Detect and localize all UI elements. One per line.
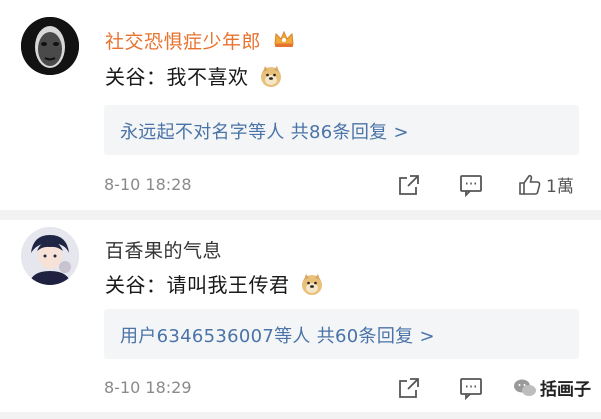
avatar-image bbox=[21, 17, 79, 75]
comment-timestamp: 8-10 18:29 bbox=[104, 378, 192, 397]
like-count: 1萬 bbox=[546, 177, 574, 197]
like-icon bbox=[519, 174, 541, 195]
comment-text: 关谷：我不喜欢 bbox=[105, 61, 283, 90]
crown-badge-icon bbox=[274, 30, 294, 47]
reply-summary-box[interactable]: 用户6346536007等人 共60条回复 > bbox=[104, 309, 579, 359]
like-button[interactable]: 1萬 bbox=[518, 172, 574, 197]
watermark-text: 括画子 bbox=[540, 380, 591, 400]
comment-text: 关谷：请叫我王传君 bbox=[105, 269, 324, 298]
doge-emoji-icon bbox=[302, 274, 323, 295]
comment-timestamp: 8-10 18:28 bbox=[104, 175, 192, 194]
reply-summary-box[interactable]: 永远起不对名字等人 共86条回复 > bbox=[104, 105, 579, 155]
avatar[interactable] bbox=[21, 17, 79, 75]
avatar-image bbox=[21, 227, 79, 285]
watermark: 括画子 bbox=[513, 375, 591, 400]
wechat-icon bbox=[514, 379, 536, 396]
avatar[interactable] bbox=[21, 227, 79, 285]
comment-icon[interactable] bbox=[459, 376, 483, 400]
comment-username[interactable]: 百香果的气息 bbox=[105, 236, 222, 263]
reply-summary-link[interactable]: 永远起不对名字等人 共86条回复 > bbox=[120, 118, 409, 144]
reply-summary-link[interactable]: 用户6346536007等人 共60条回复 > bbox=[120, 322, 435, 348]
share-icon[interactable] bbox=[397, 173, 421, 197]
comment-divider bbox=[0, 412, 601, 419]
comment-username[interactable]: 社交恐惧症少年郎 bbox=[105, 27, 296, 54]
comment-divider bbox=[0, 210, 601, 220]
doge-emoji-icon bbox=[261, 66, 282, 87]
share-icon[interactable] bbox=[397, 376, 421, 400]
comment-icon[interactable] bbox=[459, 173, 483, 197]
